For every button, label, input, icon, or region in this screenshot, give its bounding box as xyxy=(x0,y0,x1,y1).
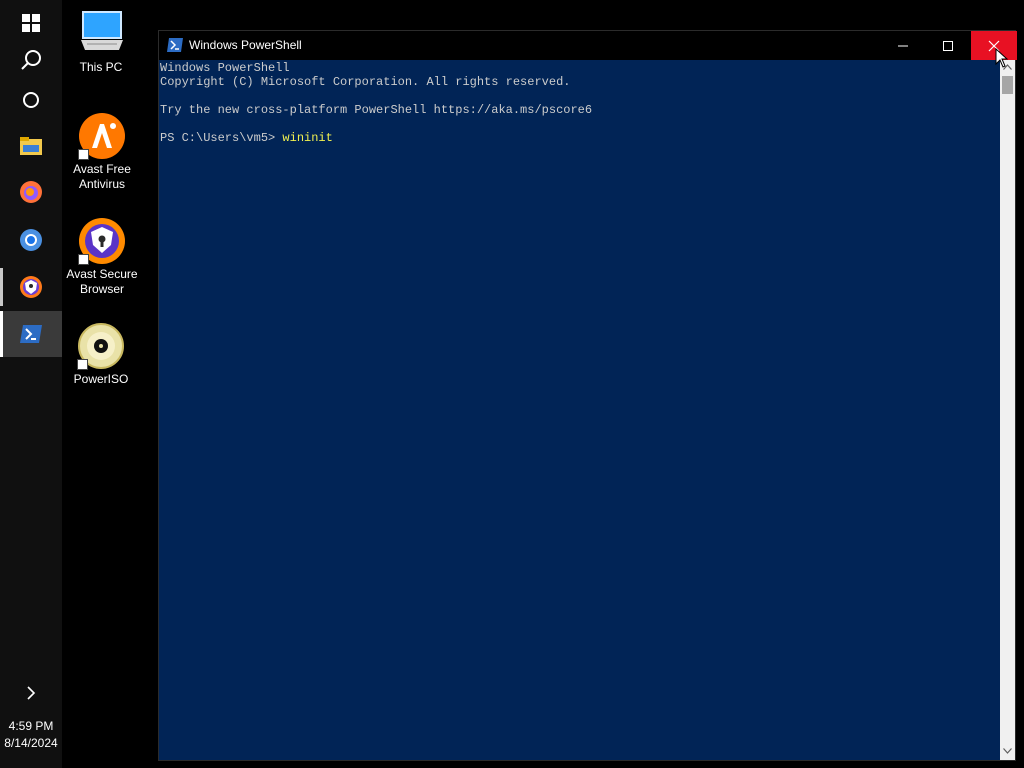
cortana-button[interactable] xyxy=(0,77,62,123)
mouse-pointer-icon xyxy=(995,48,1009,68)
show-more-button[interactable] xyxy=(0,670,62,716)
console-output[interactable]: Windows PowerShell Copyright (C) Microso… xyxy=(159,60,1000,760)
console-command: wininit xyxy=(282,131,333,145)
windows-logo-icon xyxy=(22,14,40,32)
chrome-button[interactable] xyxy=(0,217,62,263)
desktop-icon-this-pc[interactable]: This PC xyxy=(61,10,141,75)
folder-icon xyxy=(20,137,42,155)
console-line: Copyright (C) Microsoft Corporation. All… xyxy=(160,75,571,89)
avast-secure-browser-button[interactable] xyxy=(0,264,62,310)
window-titlebar[interactable]: Windows PowerShell xyxy=(159,31,1017,60)
system-clock[interactable]: 4:59 PM 8/14/2024 xyxy=(0,718,62,752)
console-line: Windows PowerShell xyxy=(160,61,290,75)
firefox-button[interactable] xyxy=(0,169,62,215)
window-title: Windows PowerShell xyxy=(189,38,302,52)
desktop-icon-label: Avast Free Antivirus xyxy=(73,162,131,191)
desktop-icon-label: Avast Secure Browser xyxy=(66,267,138,296)
chevron-right-icon xyxy=(27,686,36,700)
clock-date: 8/14/2024 xyxy=(4,736,58,750)
computer-icon xyxy=(81,11,123,50)
clock-time: 4:59 PM xyxy=(8,719,54,733)
powershell-window: Windows PowerShell Windows PowerShell Co… xyxy=(158,30,1017,761)
circle-icon xyxy=(23,92,39,108)
chrome-icon xyxy=(20,229,42,251)
powershell-button[interactable] xyxy=(0,311,62,357)
vertical-scrollbar[interactable] xyxy=(1000,60,1015,760)
desktop-icon-avast-free-antivirus[interactable]: Avast Free Antivirus xyxy=(62,112,142,192)
minimize-button[interactable] xyxy=(880,31,926,60)
maximize-icon xyxy=(943,40,953,51)
avast-browser-icon xyxy=(20,276,42,298)
powershell-icon xyxy=(167,38,183,52)
console-prompt-line[interactable]: PS C:\Users\vm5> wininit xyxy=(160,131,333,145)
desktop-icon-label: PowerISO xyxy=(73,372,129,386)
shortcut-arrow-icon xyxy=(78,149,89,160)
firefox-icon xyxy=(20,181,42,203)
file-explorer-button[interactable] xyxy=(0,123,62,169)
search-icon xyxy=(21,50,41,70)
minimize-icon xyxy=(898,45,908,46)
desktop-icon-avast-secure-browser[interactable]: Avast Secure Browser xyxy=(62,217,142,297)
close-button[interactable] xyxy=(971,31,1017,60)
taskbar: 4:59 PM 8/14/2024 xyxy=(0,0,62,768)
desktop-icon-poweriso[interactable]: PowerISO xyxy=(61,322,141,387)
shortcut-arrow-icon xyxy=(78,254,89,265)
console-line: Try the new cross-platform PowerShell ht… xyxy=(160,103,593,117)
scroll-thumb[interactable] xyxy=(1002,76,1013,94)
desktop-icon-label: This PC xyxy=(79,60,123,74)
shortcut-arrow-icon xyxy=(77,359,88,370)
scroll-down-icon[interactable] xyxy=(1003,748,1012,754)
console-prompt: PS C:\Users\vm5> xyxy=(160,131,283,145)
powershell-icon xyxy=(20,325,42,343)
maximize-button[interactable] xyxy=(925,31,971,60)
